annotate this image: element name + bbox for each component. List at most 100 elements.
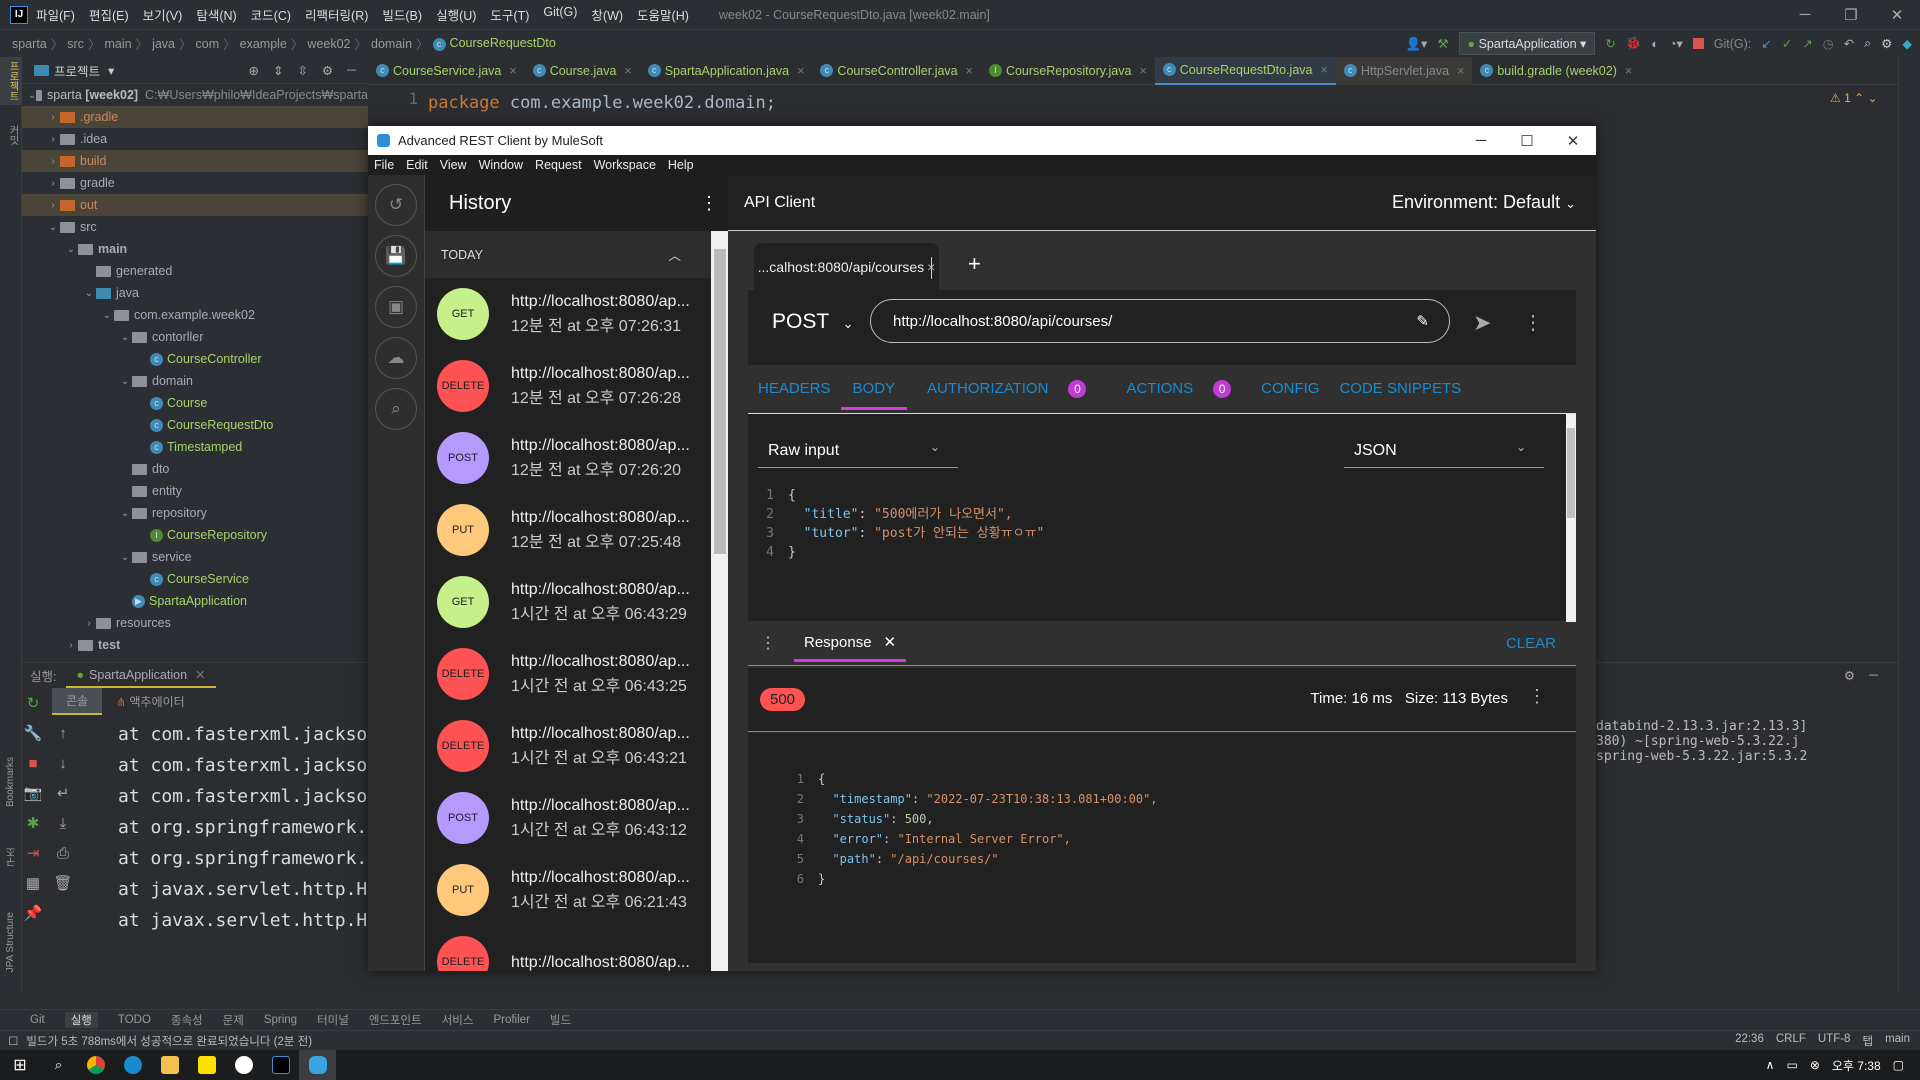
- tool-window-button[interactable]: 실행: [64, 1012, 98, 1028]
- response-tab[interactable]: Response ✕: [794, 625, 907, 662]
- rerun-icon[interactable]: ↻: [1605, 36, 1615, 51]
- editor-tab[interactable]: c CourseRequestDto.java ×: [1154, 56, 1336, 85]
- status-widget[interactable]: 22:36: [1735, 1033, 1764, 1049]
- restore-button[interactable]: ❐: [1828, 6, 1874, 24]
- tool-window-button[interactable]: Profiler: [493, 1014, 529, 1026]
- scroll-to-end-icon[interactable]: ⤓: [52, 809, 74, 839]
- menu-item[interactable]: 창(W): [591, 5, 623, 24]
- breadcrumb-item[interactable]: sparta: [12, 37, 47, 51]
- close-icon[interactable]: ×: [1321, 63, 1328, 77]
- history-scrollbar[interactable]: [711, 231, 729, 971]
- build-hammer-icon[interactable]: ⚒: [1437, 36, 1448, 51]
- history-item[interactable]: PUT http://localhost:8080/ap... 12분 전 at 오…: [425, 494, 711, 566]
- menu-item[interactable]: 코드(C): [251, 5, 291, 24]
- git-commit-icon[interactable]: ✓: [1782, 36, 1792, 51]
- bookmarks-tool-button[interactable]: Bookmarks: [0, 757, 21, 807]
- tree-item[interactable]: › test: [22, 634, 368, 656]
- stop-icon[interactable]: ■: [22, 749, 44, 779]
- rerun-icon[interactable]: ↻: [22, 689, 44, 719]
- tool-window-button[interactable]: 터미널: [317, 1012, 349, 1028]
- close-icon[interactable]: ×: [624, 64, 631, 78]
- tree-item[interactable]: › .idea: [22, 128, 368, 150]
- settings-gear-icon[interactable]: ⚙: [1844, 668, 1855, 683]
- tree-item[interactable]: › gradle: [22, 172, 368, 194]
- tree-root[interactable]: ⌄ sparta [week02] C:₩Users₩philo₩IdeaPro…: [22, 84, 368, 106]
- tree-item[interactable]: c Timestamped: [22, 436, 368, 458]
- response-body[interactable]: 1{2 "timestamp": "2022-07-23T10:38:13.08…: [748, 733, 1576, 963]
- settings-gear-icon[interactable]: ⚙: [1881, 36, 1892, 51]
- history-item[interactable]: GET http://localhost:8080/ap... 12분 전 at 오…: [425, 278, 711, 350]
- status-widget[interactable]: CRLF: [1776, 1033, 1806, 1049]
- intellij-icon[interactable]: [262, 1050, 299, 1080]
- tray-expand-icon[interactable]: ∧: [1766, 1058, 1775, 1072]
- code-with-me-icon[interactable]: ◆: [1902, 36, 1912, 51]
- editor-tab[interactable]: c CourseService.java ×: [368, 57, 525, 85]
- camera-icon[interactable]: 📷: [22, 779, 44, 809]
- arc-menu-item[interactable]: Help: [668, 158, 694, 172]
- tree-item[interactable]: ⌄ service: [22, 546, 368, 568]
- tree-item[interactable]: dto: [22, 458, 368, 480]
- tool-window-button[interactable]: Spring: [264, 1014, 297, 1026]
- more-vert-icon[interactable]: ⋮: [1523, 310, 1543, 335]
- tab-authorization[interactable]: AUTHORIZATION 0: [917, 379, 1096, 398]
- tree-item[interactable]: ⌄ src: [22, 216, 368, 238]
- breadcrumb-item[interactable]: example: [240, 37, 287, 51]
- git-update-icon[interactable]: ↙: [1761, 36, 1771, 51]
- tool-window-button[interactable]: 서비스: [442, 1012, 474, 1028]
- collapse-all-icon[interactable]: ⇳: [297, 63, 307, 78]
- menu-item[interactable]: 도움말(H): [637, 5, 689, 24]
- history-item[interactable]: POST http://localhost:8080/ap... 1시간 전 at …: [425, 782, 711, 854]
- history-item[interactable]: DELETE http://localhost:8080/ap...: [425, 926, 711, 971]
- close-icon[interactable]: ✕: [195, 667, 205, 682]
- clock[interactable]: 오후 7:38: [1832, 1057, 1881, 1074]
- coverage-icon[interactable]: ◐: [1651, 37, 1659, 51]
- search-icon[interactable]: ⌕: [40, 1050, 77, 1080]
- body-code-editor[interactable]: 1{2 "title": "500에러가 나오면서", 3 "tutor": "p…: [748, 486, 1556, 562]
- print-icon[interactable]: ⎙: [52, 839, 74, 869]
- search-icon[interactable]: ⌕: [375, 388, 417, 430]
- tree-item[interactable]: ⌄ com.example.week02: [22, 304, 368, 326]
- user-icon[interactable]: 👤▾: [1405, 36, 1427, 52]
- menu-item[interactable]: 보기(V): [143, 5, 183, 24]
- maximize-button[interactable]: ☐: [1504, 132, 1550, 150]
- status-widget[interactable]: UTF-8: [1818, 1033, 1851, 1049]
- status-widget[interactable]: 탭: [1862, 1033, 1873, 1049]
- tab-config[interactable]: CONFIG: [1261, 380, 1319, 397]
- search-icon[interactable]: ⌕: [1864, 36, 1871, 51]
- arc-menu-item[interactable]: File: [374, 158, 394, 172]
- tree-item[interactable]: › resources: [22, 612, 368, 634]
- close-icon[interactable]: ×: [797, 64, 804, 78]
- debug-icon[interactable]: ✱: [22, 809, 44, 839]
- tree-item[interactable]: › .gradle: [22, 106, 368, 128]
- scroll-down-icon[interactable]: ↓: [52, 749, 74, 779]
- tab-code-snippets[interactable]: CODE SNIPPETS: [1339, 380, 1461, 397]
- tree-item[interactable]: ▶ SpartaApplication: [22, 590, 368, 612]
- method-select[interactable]: POST ⌄: [772, 310, 854, 334]
- projects-icon[interactable]: ▣: [375, 286, 417, 328]
- history-item[interactable]: GET http://localhost:8080/ap... 1시간 전 at 오…: [425, 566, 711, 638]
- tab-body[interactable]: BODY: [840, 368, 908, 410]
- explorer-icon[interactable]: [151, 1050, 188, 1080]
- minimize-button[interactable]: ─: [1782, 6, 1828, 24]
- tool-window-button[interactable]: Git: [30, 1014, 45, 1026]
- history-item[interactable]: POST http://localhost:8080/ap... 12분 전 at …: [425, 422, 711, 494]
- exit-icon[interactable]: ⇥: [22, 839, 44, 869]
- jpa-structure-tool-button[interactable]: JPA Structure: [0, 912, 21, 972]
- editor-tab[interactable]: c build.gradle (week02) ×: [1472, 57, 1640, 85]
- close-icon[interactable]: ✕: [884, 634, 897, 651]
- more-vert-icon[interactable]: ⋮: [700, 193, 718, 214]
- hide-icon[interactable]: ─: [347, 63, 356, 78]
- history-item[interactable]: DELETE http://localhost:8080/ap... 1시간 전 a…: [425, 638, 711, 710]
- history-item[interactable]: DELETE http://localhost:8080/ap... 1시간 전 a…: [425, 710, 711, 782]
- tool-window-button[interactable]: 문제: [223, 1012, 244, 1028]
- network-icon[interactable]: ▭: [1786, 1058, 1797, 1072]
- breadcrumb-item[interactable]: java: [152, 37, 175, 51]
- tree-item[interactable]: ⌄ main: [22, 238, 368, 260]
- breadcrumb-item[interactable]: domain: [371, 37, 412, 51]
- editor-tab[interactable]: I CourseRepository.java ×: [981, 57, 1155, 85]
- send-icon[interactable]: ➤: [1473, 310, 1491, 336]
- start-button[interactable]: ⊞: [0, 1050, 40, 1080]
- breadcrumb-item[interactable]: com: [196, 37, 220, 51]
- more-vert-icon[interactable]: ⋮: [1528, 686, 1546, 707]
- git-history-icon[interactable]: ◷: [1823, 36, 1834, 51]
